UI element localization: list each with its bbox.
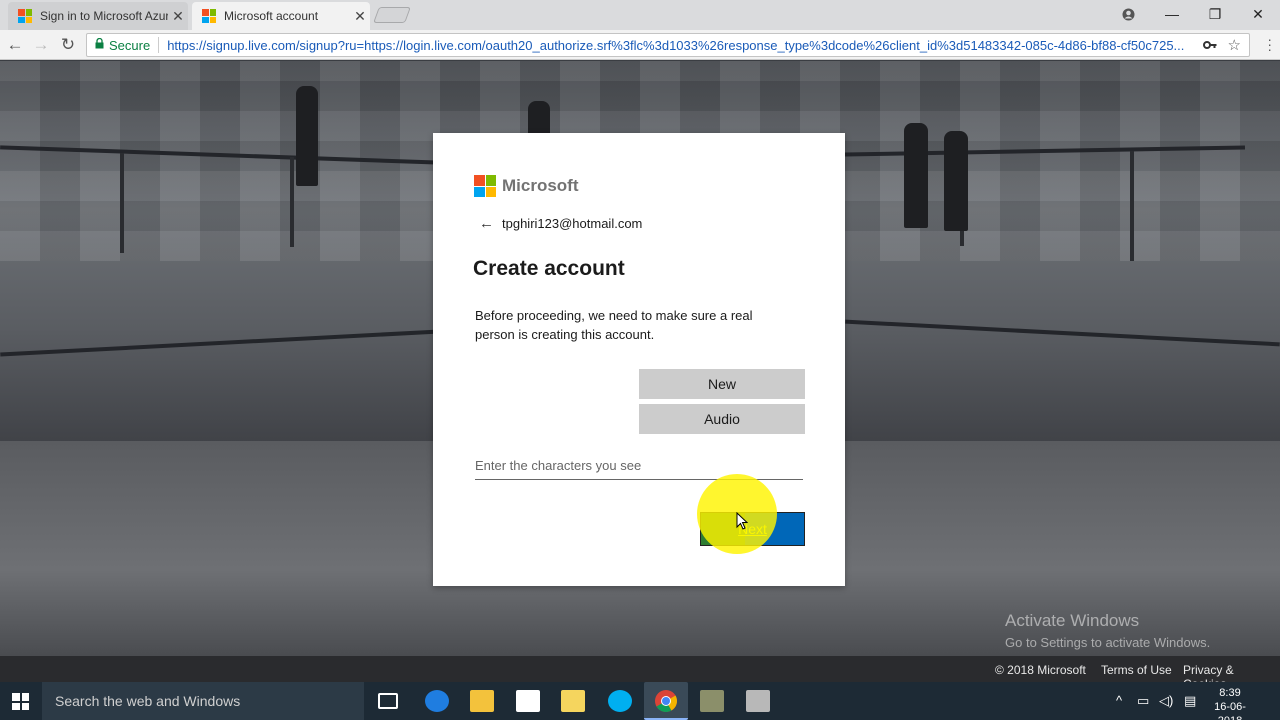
folder-icon[interactable] xyxy=(561,690,585,712)
account-email: tpghiri123@hotmail.com xyxy=(502,216,643,231)
create-account-dialog: Microsoft ← tpghiri123@hotmail.com Creat… xyxy=(433,133,845,586)
chrome-taskbar-button[interactable] xyxy=(644,682,688,720)
microsoft-logo: Microsoft xyxy=(474,175,579,197)
tab-azure-signin[interactable]: Sign in to Microsoft Azur ✕ xyxy=(8,2,188,30)
back-arrow-icon[interactable]: ← xyxy=(479,215,494,232)
identity-banner[interactable]: ← tpghiri123@hotmail.com xyxy=(479,215,642,232)
background-person xyxy=(944,131,968,231)
secure-label: Secure xyxy=(109,37,151,53)
microsoft-favicon-icon xyxy=(202,9,216,23)
microsoft-logo-icon xyxy=(474,175,496,197)
background-post xyxy=(290,157,294,247)
windows-start-icon[interactable] xyxy=(12,693,29,710)
close-tab-icon[interactable]: ✕ xyxy=(168,8,188,25)
page-footer: © 2018 Microsoft Terms of Use Privacy & … xyxy=(0,656,1280,691)
edge-browser-icon[interactable] xyxy=(425,690,449,712)
browser-tab-strip: Sign in to Microsoft Azur ✕ Microsoft ac… xyxy=(0,0,1280,30)
profile-icon[interactable] xyxy=(1106,0,1150,28)
volume-icon[interactable]: ◁) xyxy=(1159,693,1173,709)
lock-icon xyxy=(95,37,104,52)
background-person xyxy=(296,86,318,186)
address-bar[interactable]: Secure https://signup.live.com/signup?ru… xyxy=(86,33,1250,57)
restore-icon[interactable]: ❐ xyxy=(1193,0,1237,28)
key-icon[interactable] xyxy=(1203,38,1217,53)
file-explorer-icon[interactable] xyxy=(470,690,494,712)
background-person xyxy=(904,123,928,228)
new-captcha-button[interactable]: New xyxy=(639,369,805,399)
reload-icon[interactable]: ↻ xyxy=(57,34,79,56)
audio-captcha-button[interactable]: Audio xyxy=(639,404,805,434)
brand-name: Microsoft xyxy=(502,176,579,195)
divider xyxy=(158,37,160,53)
tab-microsoft-account[interactable]: Microsoft account ✕ xyxy=(192,2,370,30)
close-tab-icon[interactable]: ✕ xyxy=(350,8,370,25)
watermark-subtitle: Go to Settings to activate Windows. xyxy=(1005,635,1211,650)
app-icon[interactable] xyxy=(746,690,770,712)
minimize-icon[interactable]: — xyxy=(1150,0,1194,28)
microsoft-favicon-icon xyxy=(18,9,32,23)
background-post xyxy=(120,153,124,253)
forward-icon[interactable]: → xyxy=(30,34,52,56)
background-rail xyxy=(845,319,1280,347)
store-icon[interactable] xyxy=(516,690,540,712)
window-close-icon[interactable]: ✕ xyxy=(1236,0,1280,28)
clock-date: 16-06-2018 xyxy=(1214,701,1246,720)
tab-title: Sign in to Microsoft Azur xyxy=(40,9,168,23)
network-icon[interactable]: ▭ xyxy=(1137,693,1149,709)
app-icon[interactable] xyxy=(700,690,724,712)
task-view-icon[interactable] xyxy=(378,693,398,709)
taskbar-search[interactable]: Search the web and Windows xyxy=(42,682,364,720)
watermark-title: Activate Windows xyxy=(1005,611,1140,630)
captcha-input[interactable] xyxy=(475,452,803,480)
copyright-text: © 2018 Microsoft xyxy=(995,663,1086,677)
tab-title: Microsoft account xyxy=(224,9,319,23)
captcha-description: Before proceeding, we need to make sure … xyxy=(475,308,753,342)
back-icon[interactable]: ← xyxy=(4,34,26,56)
system-clock[interactable]: 8:39 16-06-2018 xyxy=(1208,686,1252,720)
page-title: Create account xyxy=(473,257,625,280)
chrome-menu-icon[interactable]: · · · xyxy=(1267,32,1272,56)
skype-icon[interactable] xyxy=(608,690,632,712)
url-text[interactable]: https://signup.live.com/signup?ru=https:… xyxy=(167,38,1192,53)
windows-taskbar: Search the web and Windows ^ ▭ ◁) ▤ 8:39… xyxy=(0,682,1280,720)
browser-toolbar: ← → ↻ Secure https://signup.live.com/sig… xyxy=(0,30,1280,60)
next-button[interactable]: Next xyxy=(700,512,805,546)
bookmark-star-icon[interactable]: ☆ xyxy=(1228,36,1241,54)
clock-time: 8:39 xyxy=(1219,687,1241,699)
action-center-icon[interactable]: ▤ xyxy=(1184,693,1196,709)
background-rail xyxy=(0,329,440,357)
show-hidden-icons-icon[interactable]: ^ xyxy=(1116,693,1122,708)
background-post xyxy=(1130,151,1134,261)
activate-windows-watermark: Activate Windows Go to Settings to activ… xyxy=(1005,611,1210,650)
new-tab-button[interactable] xyxy=(373,7,411,23)
terms-link[interactable]: Terms of Use xyxy=(1101,663,1172,677)
